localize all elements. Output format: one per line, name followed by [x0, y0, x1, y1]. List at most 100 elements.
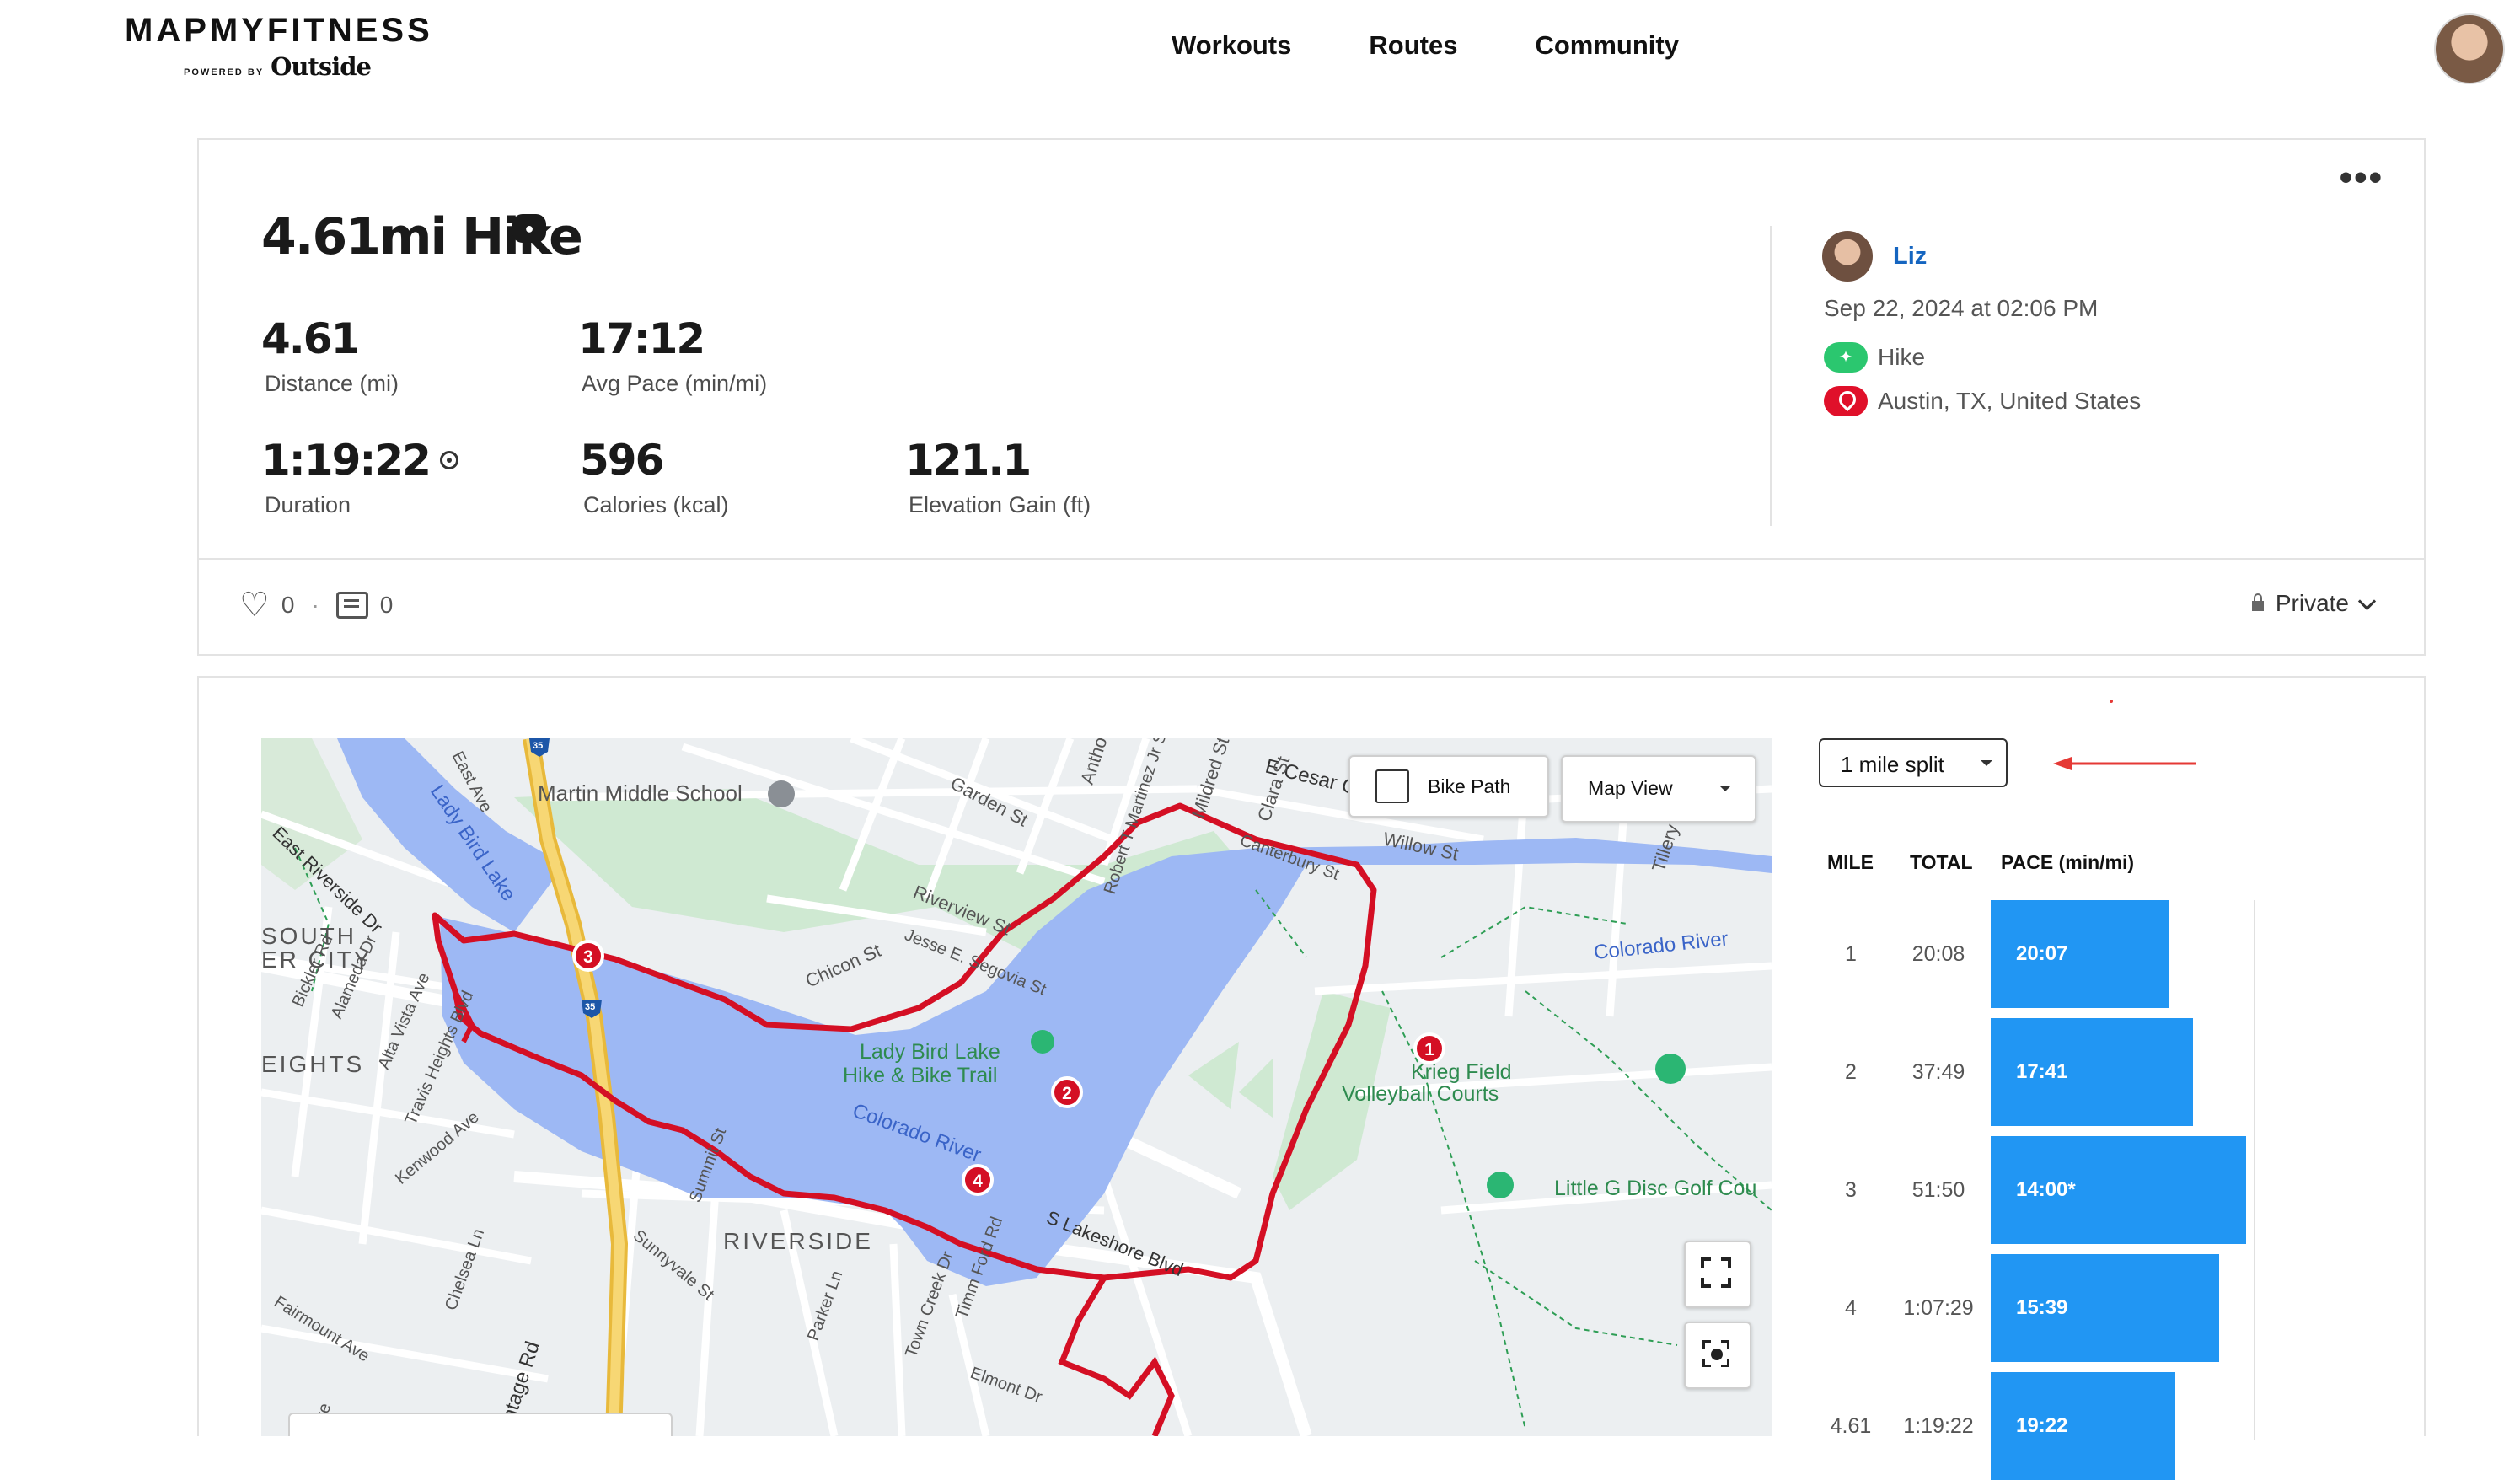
caret-down-icon [1719, 786, 1731, 791]
map-bottom-control[interactable] [288, 1413, 673, 1436]
private-badge-icon: ● [512, 214, 546, 243]
split-pace-3: 14:00* [2016, 1178, 2076, 1201]
split-mile-5: 4.61 [1830, 1414, 1872, 1438]
like-count: 0 [281, 592, 295, 618]
summary-divider [1770, 226, 1772, 526]
mapmyfitness-logo[interactable]: MAPMYFITNESS POWERED BY Outside [125, 10, 445, 83]
mile-marker-4-label: 4 [973, 1172, 983, 1191]
split-pace-bar-2[interactable]: 17:41 [1991, 1018, 2193, 1126]
mile-marker-4[interactable]: 4 [962, 1164, 994, 1196]
split-mile-4: 4 [1845, 1296, 1857, 1320]
map-canvas[interactable]: 35 35 1 2 3 4 Martin Middle School Garde… [261, 738, 1772, 1436]
split-total-4: 1:07:29 [1903, 1296, 1974, 1320]
social-actions: ♡ 0 · 0 [239, 588, 393, 622]
split-total-5: 1:19:22 [1903, 1414, 1974, 1438]
stat-duration-value: 1:19:22 [261, 436, 432, 485]
user-name-link[interactable]: Liz [1893, 243, 1927, 271]
split-mile-2: 2 [1845, 1060, 1857, 1084]
split-total-1: 20:08 [1911, 942, 1965, 966]
profile-avatar[interactable] [2434, 13, 2505, 84]
nav-routes[interactable]: Routes [1369, 30, 1457, 61]
stat-calories: 596 Calories (kcal) [580, 435, 729, 518]
park-pin-icon[interactable] [1655, 1054, 1686, 1084]
shield-number: 35 [533, 741, 543, 751]
stat-avg-pace: 17:12 Avg Pace (min/mi) [578, 314, 767, 397]
split-pace-bar-1[interactable]: 20:07 [1991, 900, 2169, 1008]
split-total-2: 37:49 [1911, 1060, 1965, 1084]
split-pace-bar-5[interactable]: 19:22 [1991, 1372, 2175, 1480]
trail-pin-icon[interactable] [1031, 1030, 1054, 1054]
nav-community[interactable]: Community [1535, 30, 1679, 61]
stat-distance-value: 4.61 [261, 314, 360, 363]
lock-icon [2251, 593, 2264, 611]
split-mile-1: 1 [1845, 942, 1857, 966]
stat-calories-value: 596 [580, 436, 664, 485]
disc-golf-pin-icon[interactable] [1487, 1172, 1514, 1198]
route-map[interactable]: 35 35 1 2 3 4 Martin Middle School Garde… [261, 738, 1772, 1436]
workout-summary-card: ••• 4.61mi Hike ● 4.61 Distance (mi) 17:… [197, 138, 2426, 656]
separator-dot: · [311, 592, 319, 618]
mile-marker-2-label: 2 [1062, 1084, 1072, 1103]
logo-powered-by: POWERED BY Outside [183, 52, 372, 81]
comment-count: 0 [379, 592, 394, 618]
mile-marker-1-label: 1 [1424, 1040, 1434, 1059]
nav-workouts[interactable]: Workouts [1172, 30, 1291, 61]
bike-path-label: Bike Path [1428, 775, 1511, 797]
logo-wordmark: MAPMYFITNESS [125, 12, 433, 49]
split-interval-value: 1 mile split [1841, 752, 1944, 777]
label-riverside: RIVERSIDE [723, 1228, 873, 1254]
label-krieg-2: Volleyball Courts [1342, 1082, 1499, 1106]
stat-elevation: 121.1 Elevation Gain (ft) [905, 435, 1091, 518]
annotation-arrow-icon [2053, 757, 2196, 770]
shield-number-2: 35 [585, 1002, 595, 1012]
split-col-total: TOTAL [1910, 851, 1973, 873]
location-row: Austin, TX, United States [1824, 386, 2141, 416]
split-pace-1: 20:07 [2016, 942, 2068, 965]
comment-icon[interactable] [335, 592, 368, 619]
more-options-icon[interactable]: ••• [2340, 157, 2383, 199]
split-col-mile: MILE [1827, 851, 1874, 873]
logo-powered-text: POWERED BY [183, 67, 265, 78]
workout-date: Sep 22, 2024 at 02:06 PM [1824, 295, 2099, 321]
summary-footer-divider [199, 558, 2424, 560]
like-heart-icon[interactable]: ♡ [239, 588, 270, 622]
mile-marker-3[interactable]: 3 [572, 940, 604, 972]
user-avatar[interactable] [1822, 231, 1873, 282]
stat-elevation-label: Elevation Gain (ft) [909, 492, 1091, 517]
school-pin-icon[interactable] [768, 780, 795, 807]
split-interval-select[interactable]: 1 mile split [1819, 738, 2008, 787]
map-view-dropdown[interactable]: Map View [1561, 755, 1756, 823]
bike-path-checkbox[interactable] [1375, 769, 1409, 803]
stat-duration-label: Duration [265, 492, 351, 517]
label-krieg-1: Krieg Field [1411, 1060, 1512, 1084]
location-pin-icon [1824, 386, 1868, 416]
stat-pace-label: Avg Pace (min/mi) [582, 371, 768, 396]
privacy-label: Private [2275, 590, 2349, 616]
stat-elevation-value: 121.1 [905, 436, 1032, 485]
stat-distance-label: Distance (mi) [265, 371, 399, 396]
stat-calories-label: Calories (kcal) [583, 492, 729, 517]
logo-outside-text: Outside [271, 52, 372, 81]
mile-marker-2[interactable]: 2 [1051, 1076, 1083, 1108]
hike-icon: ✦ [1824, 342, 1868, 373]
fullscreen-button[interactable] [1684, 1241, 1751, 1308]
label-trail-1: Lady Bird Lake [860, 1040, 1000, 1064]
recenter-button[interactable] [1684, 1322, 1751, 1389]
activity-type-row: ✦ Hike [1824, 342, 1925, 373]
bike-path-toggle[interactable]: Bike Path [1348, 755, 1549, 818]
stat-pace-value: 17:12 [578, 314, 705, 363]
label-eights: EIGHTS [261, 1051, 364, 1077]
split-col-pace: PACE (min/mi) [2001, 851, 2135, 873]
split-total-3: 51:50 [1911, 1178, 1965, 1202]
mile-marker-1[interactable]: 1 [1413, 1032, 1445, 1064]
split-pace-5: 19:22 [2016, 1414, 2068, 1437]
privacy-dropdown[interactable]: Private [2251, 590, 2377, 617]
route-map-card: 35 35 1 2 3 4 Martin Middle School Garde… [197, 676, 2426, 1480]
label-er-city: ER CITY [261, 946, 372, 973]
main-nav: Workouts Routes Community [1172, 30, 1679, 61]
duration-info-icon[interactable] [439, 450, 458, 469]
split-pace-bar-4[interactable]: 15:39 [1991, 1254, 2219, 1362]
mile-marker-3-label: 3 [583, 947, 593, 967]
split-pace-bar-3[interactable]: 14:00* [1991, 1136, 2246, 1244]
activity-type: Hike [1878, 344, 1926, 370]
